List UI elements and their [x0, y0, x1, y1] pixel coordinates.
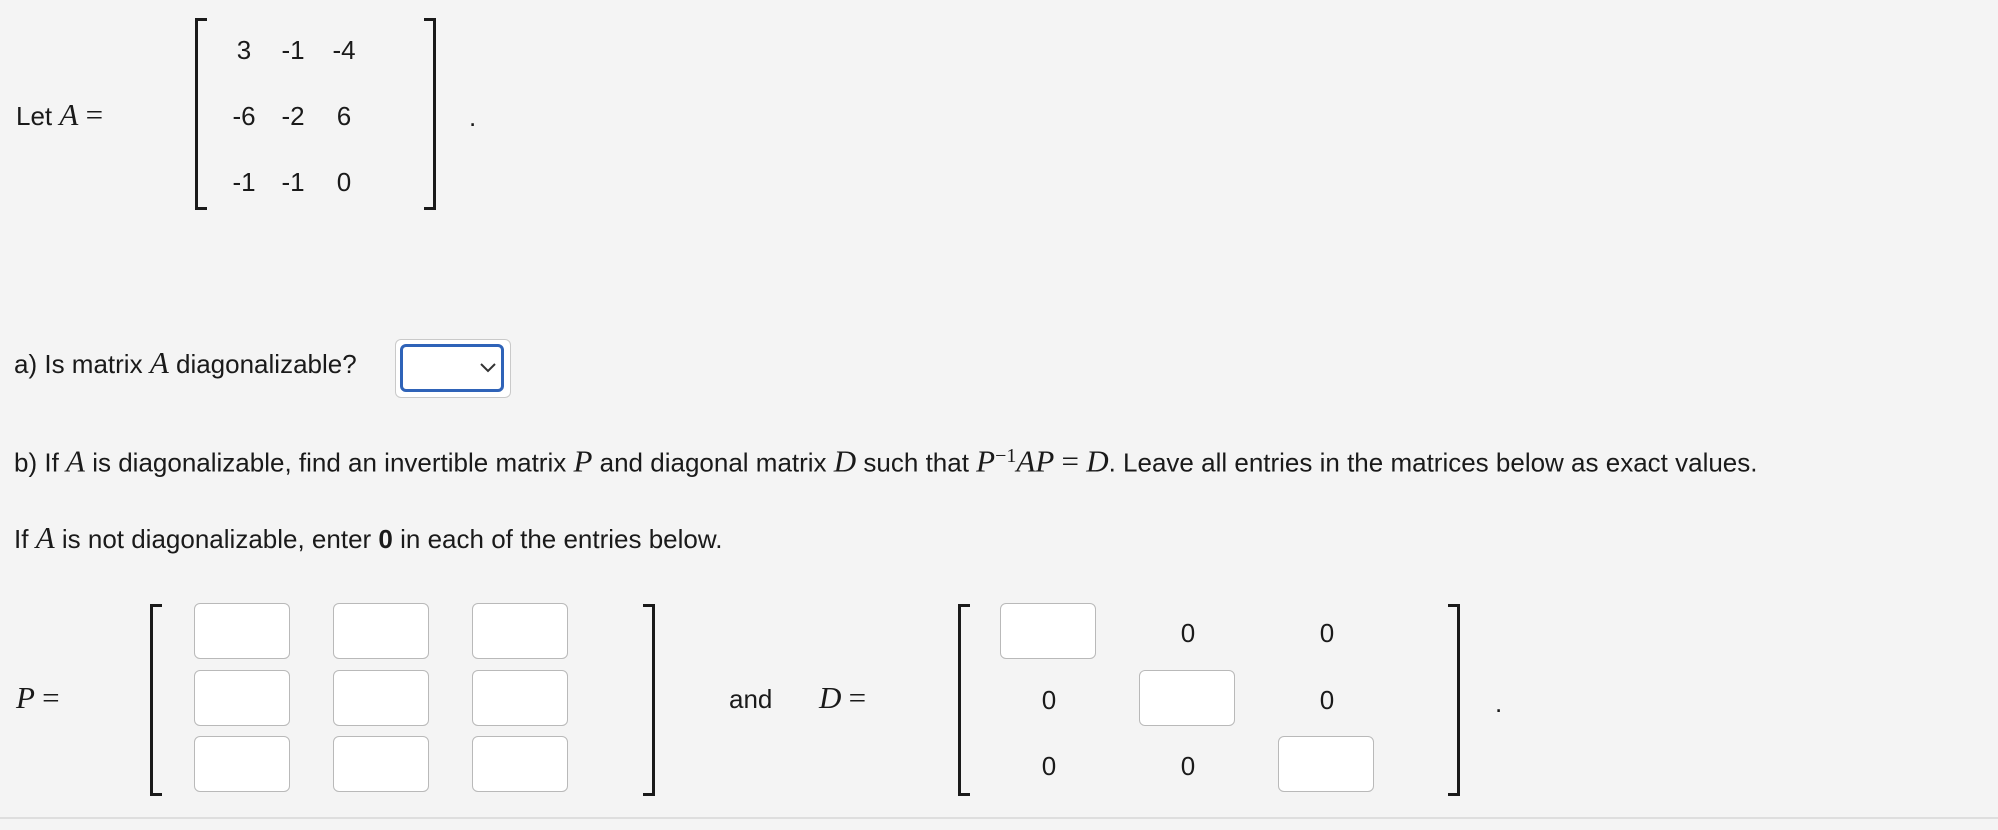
var-d: D	[819, 680, 842, 715]
matrix-a-cell: -2	[281, 101, 305, 131]
equals-sign: =	[42, 680, 60, 715]
question-b-text: is diagonalizable, find an invertible ma…	[92, 447, 567, 478]
note-text: If	[14, 524, 29, 554]
var-a: A	[149, 345, 169, 380]
p-entry-input[interactable]	[194, 670, 290, 726]
let-label: Let A =	[16, 97, 104, 132]
question-b-text: such that	[863, 447, 969, 478]
matrix-p-left-bracket	[150, 604, 162, 796]
question-b: b) If A is diagonalizable, find an inver…	[14, 441, 1758, 478]
var-p: P	[16, 680, 35, 715]
var-a: A	[35, 520, 55, 555]
question-b-text: b) If	[14, 447, 59, 478]
let-text: Let	[16, 101, 53, 131]
p-entry-input[interactable]	[472, 603, 568, 659]
equation-d: D	[1086, 443, 1109, 479]
d-diagonal-input[interactable]	[1000, 603, 1096, 659]
equals-sign: =	[848, 680, 867, 715]
d-zero-entry: 0	[1041, 751, 1057, 781]
instruction-note: If A is not diagonalizable, enter 0 in e…	[14, 520, 723, 555]
matrix-a-cell: -1	[281, 167, 305, 197]
matrix-a-cell: -1	[232, 167, 256, 197]
matrix-a-cell: 6	[336, 101, 352, 131]
and-label: and	[729, 684, 773, 714]
var-a: A	[59, 97, 79, 132]
d-zero-entry: 0	[1319, 618, 1335, 648]
equation-p: P	[976, 443, 996, 479]
d-zero-entry: 0	[1180, 751, 1196, 781]
d-label: D =	[819, 680, 867, 715]
equals-sign: =	[85, 97, 104, 132]
var-a: A	[66, 443, 85, 479]
matrix-a-left-bracket	[195, 18, 207, 210]
matrix-a-period: .	[469, 102, 477, 132]
question-a-suffix: diagonalizable?	[175, 349, 357, 379]
p-entry-input[interactable]	[194, 603, 290, 659]
matrix-d-left-bracket	[958, 604, 970, 796]
matrix-d-right-bracket	[1448, 604, 1460, 796]
question-a-prefix: a) Is matrix	[14, 349, 143, 379]
note-bold-zero: 0	[378, 524, 393, 554]
matrix-d-period: .	[1495, 688, 1503, 718]
p-entry-input[interactable]	[333, 736, 429, 792]
matrix-a-cell: 3	[236, 35, 252, 65]
p-entry-input[interactable]	[333, 603, 429, 659]
matrix-a-cell: -6	[232, 101, 256, 131]
dropdown-field[interactable]	[400, 344, 504, 392]
note-text: is not diagonalizable, enter	[61, 524, 372, 554]
p-entry-input[interactable]	[472, 736, 568, 792]
matrix-a-cell: -4	[332, 35, 356, 65]
p-entry-input[interactable]	[333, 670, 429, 726]
var-d: D	[833, 443, 857, 479]
note-text: in each of the entries below.	[400, 524, 723, 554]
diagonalizable-dropdown[interactable]	[395, 339, 511, 398]
equation-ap: AP	[1016, 443, 1055, 479]
question-a: a) Is matrix A diagonalizable?	[14, 345, 357, 380]
p-entry-input[interactable]	[472, 670, 568, 726]
d-zero-entry: 0	[1319, 685, 1335, 715]
d-zero-entry: 0	[1180, 618, 1196, 648]
equation-equals: =	[1061, 443, 1079, 479]
p-label: P =	[16, 680, 60, 715]
d-diagonal-input[interactable]	[1278, 736, 1374, 792]
equation-exponent: −1	[995, 445, 1017, 467]
matrix-a-cell: 0	[336, 167, 352, 197]
chevron-down-icon	[480, 363, 496, 373]
matrix-a-cell: -1	[281, 35, 305, 65]
d-zero-entry: 0	[1041, 685, 1057, 715]
p-entry-input[interactable]	[194, 736, 290, 792]
var-p: P	[573, 443, 593, 479]
matrix-p-right-bracket	[643, 604, 655, 796]
bottom-divider	[0, 817, 1998, 819]
d-diagonal-input[interactable]	[1139, 670, 1235, 726]
matrix-a-right-bracket	[424, 18, 436, 210]
question-b-text: and diagonal matrix	[599, 447, 827, 478]
question-b-text: . Leave all entries in the matrices belo…	[1108, 447, 1758, 478]
